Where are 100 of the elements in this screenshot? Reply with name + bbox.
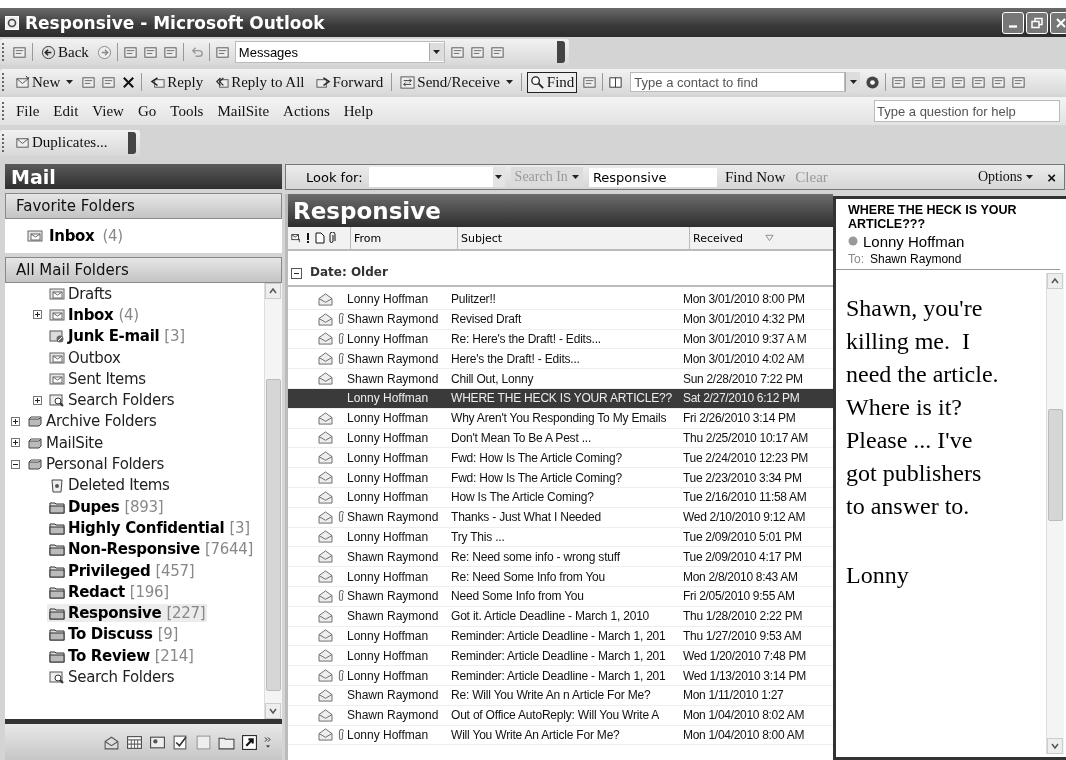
collapse-icon[interactable] (11, 459, 20, 469)
sender-cell-text: Shawn Raymond (347, 510, 440, 525)
section-header[interactable]: Favorite Folders (5, 193, 282, 219)
help-search-field[interactable]: Type a question for help (874, 100, 1060, 122)
mail-icon[interactable] (103, 733, 120, 751)
section-header[interactable]: All Mail Folders (5, 257, 282, 283)
delete-icon[interactable] (121, 74, 137, 90)
calendar-icon[interactable] (126, 733, 143, 751)
message-row[interactable]: Lonny Hoffman Re: Here's the Draft! - Edits... Mon 3/01/2010 9:37 A M (288, 329, 833, 350)
menu-item[interactable]: View (87, 100, 129, 122)
reply-button[interactable]: Reply (147, 71, 207, 93)
forward-button[interactable]: Forward (312, 71, 387, 93)
send-receive-button[interactable]: Send/Receive (397, 71, 516, 93)
message-row[interactable]: Lonny Hoffman Pulitzer!! Mon 3/01/2010 8:00 PM (288, 290, 833, 310)
message-row[interactable]: Shawn Raymond Need Some Info from You Fri 2/05/2010 9:55 AM (288, 586, 833, 607)
folder-item[interactable]: Sent Items (47, 369, 148, 388)
menu-item[interactable]: Help (338, 100, 378, 122)
close-button[interactable] (1050, 11, 1066, 34)
folder-item[interactable]: Archive Folders (25, 412, 159, 431)
folder-item[interactable]: Responsive [227] (47, 604, 208, 623)
column-header[interactable]: From (351, 227, 458, 249)
tasks-icon[interactable] (172, 733, 189, 751)
folder-item[interactable]: Search Folders (47, 391, 177, 410)
help-icon[interactable] (865, 74, 881, 90)
menu-item[interactable]: Edit (48, 100, 84, 122)
minimize-button[interactable] (1002, 11, 1024, 34)
address-book-icon[interactable] (608, 74, 624, 90)
message-row[interactable]: Lonny Hoffman Reminder: Article Deadline - March 1, 201 Wed 1/20/2010 7:48 PM (288, 646, 833, 667)
message-row[interactable]: Shawn Raymond Re: Will You Write An n Article For Me? Mon 1/11/2010 1:27 (288, 685, 833, 706)
sender-cell-text: Shawn Raymond (347, 371, 440, 386)
scrollbar[interactable] (1046, 272, 1064, 754)
folder-item[interactable]: Search Folders (47, 668, 177, 686)
message-row[interactable]: Lonny Hoffman Reminder: Article Deadline - March 1, 201 Wed 1/13/2010 3:14 PM (288, 666, 833, 686)
message-row[interactable]: Lonny Hoffman WHERE THE HECK IS YOUR ARTICLE?? Sat 2/27/2010 6:12 PM (288, 389, 833, 409)
close-button[interactable]: × (1045, 168, 1064, 186)
scroll-down-icon[interactable] (1047, 738, 1063, 754)
menu-item[interactable]: Go (132, 100, 162, 122)
folder-item[interactable]: Deleted Items (47, 476, 172, 495)
dropdown-button[interactable] (845, 72, 861, 92)
message-row[interactable]: Lonny Hoffman Fwd: How Is The Article Coming? Tue 2/23/2010 3:34 PM (288, 468, 833, 488)
message-row[interactable]: Shawn Raymond Out of Office AutoReply: Will You Write A Mon 1/04/2010 8:02 AM (288, 705, 833, 726)
message-row[interactable]: Lonny Hoffman Don't Mean To Be A Pest ... Thu 2/25/2010 10:17 AM (288, 428, 833, 449)
scrollbar-thumb[interactable] (1048, 408, 1063, 521)
message-row[interactable]: Lonny Hoffman Why Aren't You Responding To My Emails Fri 2/26/2010 3:14 PM (288, 408, 833, 429)
folder-item[interactable]: Redact [196] (47, 582, 171, 601)
view-dropdown[interactable]: Messages (234, 41, 445, 63)
notes-icon[interactable] (195, 733, 212, 751)
folder-item[interactable]: Personal Folders (25, 455, 166, 473)
scrollbar-thumb[interactable] (266, 379, 281, 691)
message-row[interactable]: Lonny Hoffman Try This ... Tue 2/09/2010 5:01 PM (288, 527, 833, 548)
message-row[interactable]: Lonny Hoffman How Is The Article Coming? Tue 2/16/2010 11:58 AM (288, 487, 833, 508)
shortcut-icon[interactable] (241, 733, 258, 751)
subject-cell-text: Re: Here's the Draft! - Edits... (451, 332, 602, 346)
maximize-button[interactable] (1026, 11, 1048, 34)
menu-item[interactable]: Actions (278, 100, 335, 122)
message-row[interactable]: Lonny Hoffman Will You Write An Article For Me? Mon 1/04/2010 8:00 AM (288, 725, 833, 746)
scroll-up-icon[interactable] (265, 283, 281, 299)
folder-item[interactable]: Inbox (4) (47, 305, 141, 324)
favorite-folder[interactable]: Inbox (4) (27, 227, 123, 245)
message-row[interactable]: Shawn Raymond Got it. Article Deadline - March 1, 2010 Thu 1/28/2010 2:22 PM (288, 606, 833, 627)
reply-all-button[interactable]: Reply to All (211, 71, 308, 93)
scroll-down-icon[interactable] (265, 703, 281, 719)
back-button[interactable]: Back (38, 41, 92, 63)
message-row[interactable]: Lonny Hoffman Reminder: Article Deadline - March 1, 201 Thu 1/27/2010 9:53 AM (288, 626, 833, 647)
column-header[interactable]: Received (690, 227, 833, 249)
folder-item[interactable]: Highly Confidential [3] (47, 518, 252, 537)
folder-item[interactable]: Non-Responsive [7644] (47, 540, 256, 559)
message-row[interactable]: Shawn Raymond Re: Need some info - wrong stuff Tue 2/09/2010 4:17 PM (288, 547, 833, 568)
folder-item[interactable]: Drafts (47, 284, 114, 303)
message-row[interactable]: Lonny Hoffman Fwd: How Is The Article Coming? Tue 2/24/2010 12:23 PM (288, 448, 833, 469)
folder-item[interactable]: Junk E-mail [3] (47, 327, 187, 346)
message-row[interactable]: Shawn Raymond Here's the Draft! - Edits... Mon 3/01/2010 4:02 AM (288, 349, 833, 370)
toolbar-options-button[interactable] (128, 131, 136, 154)
folder-item[interactable]: Privileged [457] (47, 561, 197, 580)
folder-item[interactable]: MailSite (25, 433, 105, 452)
folder-item[interactable]: To Discuss [9] (47, 625, 181, 644)
contact-search-field[interactable]: Type a contact to find (630, 72, 846, 92)
message-row[interactable]: Lonny Hoffman Re: Need Some Info from You Mon 2/8/2010 8:43 AM (288, 567, 833, 587)
menu-item[interactable]: Tools (165, 100, 209, 122)
folder-item[interactable]: Dupes [893] (47, 497, 166, 516)
find-button[interactable]: Find (526, 71, 578, 93)
message-row[interactable]: Shawn Raymond Revised Draft Mon 3/01/2010 4:32 PM (288, 309, 833, 330)
expand-icon[interactable] (11, 438, 20, 448)
menu-item[interactable]: MailSite (212, 100, 275, 122)
find-now-button[interactable]: Find Now (722, 168, 788, 186)
expand-icon[interactable] (33, 310, 42, 320)
folder-item[interactable]: To Review [214] (47, 646, 196, 665)
options-button[interactable]: Options (971, 168, 1040, 186)
menu-item[interactable]: File (11, 100, 45, 122)
collapse-icon[interactable] (291, 268, 302, 279)
look-for-field[interactable] (368, 167, 493, 187)
message-row[interactable]: Shawn Raymond Chill Out, Lonny Sun 2/28/2010 7:22 PM (288, 369, 833, 389)
expand-icon[interactable] (33, 395, 42, 405)
folder-item[interactable]: Outbox (47, 348, 123, 367)
scrollbar[interactable] (264, 283, 282, 719)
scroll-up-icon[interactable] (1047, 272, 1063, 289)
message-row[interactable]: Shawn Raymond Thanks - Just What I Needed Wed 2/10/2010 9:12 AM (288, 507, 833, 528)
expand-icon[interactable] (11, 416, 20, 426)
new-button[interactable]: New (12, 71, 77, 93)
column-header[interactable]: Subject (458, 227, 690, 249)
